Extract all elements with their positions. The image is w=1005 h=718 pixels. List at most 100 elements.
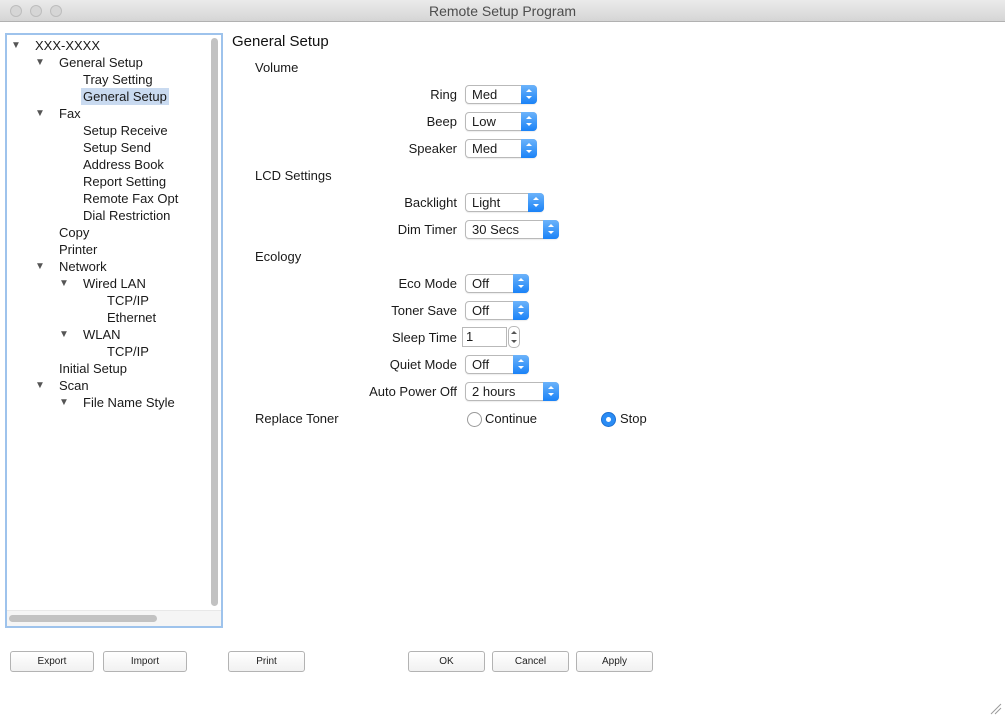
tree-item[interactable]: Setup Send: [7, 139, 207, 156]
page-title: General Setup: [232, 33, 329, 50]
export-button[interactable]: Export: [10, 651, 94, 672]
tree-item[interactable]: Remote Fax Opt: [7, 190, 207, 207]
sleep-time-stepper[interactable]: [508, 326, 520, 348]
tree-item-label: General Setup: [59, 55, 143, 70]
tree-item[interactable]: TCP/IP: [7, 292, 207, 309]
speaker-select[interactable]: Med: [465, 139, 537, 158]
disclosure-triangle-icon[interactable]: ▼: [11, 37, 21, 54]
beep-select[interactable]: Low: [465, 112, 537, 131]
tree-item[interactable]: Initial Setup: [7, 360, 207, 377]
tree-item[interactable]: ▼ Scan: [7, 377, 207, 394]
chevron-updown-icon: [543, 220, 559, 239]
sleep-time-input[interactable]: 1: [462, 327, 507, 347]
chevron-updown-icon: [513, 355, 529, 374]
tree-item[interactable]: Tray Setting: [7, 71, 207, 88]
tree-item[interactable]: ▼ Wired LAN: [7, 275, 207, 292]
replace-toner-continue-label[interactable]: Continue: [485, 411, 537, 426]
import-button[interactable]: Import: [103, 651, 187, 672]
tree-item-label: Printer: [59, 242, 98, 257]
beep-value: Low: [472, 114, 496, 129]
title-bar: Remote Setup Program: [0, 0, 1005, 22]
tree-item-label: TCP/IP: [107, 293, 149, 308]
eco-mode-select[interactable]: Off: [465, 274, 529, 293]
tree-item[interactable]: Printer: [7, 241, 207, 258]
disclosure-triangle-icon[interactable]: ▼: [35, 258, 45, 275]
auto-power-off-value: 2 hours: [472, 384, 516, 399]
auto-power-off-select[interactable]: 2 hours: [465, 382, 559, 401]
ecology-group-label: Ecology: [255, 249, 302, 264]
quiet-mode-select[interactable]: Off: [465, 355, 529, 374]
tree-item[interactable]: ▼ Network: [7, 258, 207, 275]
eco-mode-label: Eco Mode: [398, 276, 457, 291]
replace-toner-stop-label[interactable]: Stop: [620, 411, 647, 426]
backlight-select[interactable]: Light: [465, 193, 544, 212]
tree-item-label: Setup Receive: [83, 123, 168, 138]
chevron-updown-icon: [521, 85, 537, 104]
tree-item-label: Report Setting: [83, 174, 167, 189]
cancel-button[interactable]: Cancel: [492, 651, 569, 672]
tree-vertical-scrollbar[interactable]: [211, 38, 218, 606]
tree-item[interactable]: Report Setting: [7, 173, 207, 190]
tree-item-label: Dial Restriction: [83, 208, 171, 223]
tree-item-label: WLAN: [83, 327, 121, 342]
volume-group-label: Volume: [255, 60, 299, 75]
ok-button[interactable]: OK: [408, 651, 485, 672]
toner-save-label: Toner Save: [391, 303, 457, 318]
tree-item[interactable]: Dial Restriction: [7, 207, 207, 224]
tree-item[interactable]: Copy: [7, 224, 207, 241]
chevron-updown-icon: [521, 112, 537, 131]
toner-save-select[interactable]: Off: [465, 301, 529, 320]
tree-item[interactable]: TCP/IP: [7, 343, 207, 360]
tree-item[interactable]: ▼ WLAN: [7, 326, 207, 343]
chevron-updown-icon: [543, 382, 559, 401]
settings-tree[interactable]: ▼ XXX-XXXX ▼ General Setup Tray Setting Gener…: [5, 33, 223, 628]
tree-item[interactable]: ▼ XXX-XXXX: [7, 37, 207, 54]
resize-grip-icon[interactable]: [990, 703, 1002, 715]
dim-timer-select[interactable]: 30 Secs: [465, 220, 559, 239]
quiet-mode-label: Quiet Mode: [389, 357, 457, 372]
tree-item-label: File Name Style: [83, 395, 175, 410]
tree-item-label: Remote Fax Opt: [83, 191, 179, 206]
dim-timer-value: 30 Secs: [472, 222, 519, 237]
print-button[interactable]: Print: [228, 651, 305, 672]
tree-item[interactable]: ▼ File Name Style: [7, 394, 207, 411]
tree-item-label: Initial Setup: [59, 361, 127, 376]
tree-item[interactable]: General Setup: [7, 88, 207, 105]
window-title: Remote Setup Program: [428, 3, 577, 19]
tree-item[interactable]: Ethernet: [7, 309, 207, 326]
ring-select[interactable]: Med: [465, 85, 537, 104]
eco-mode-value: Off: [472, 276, 490, 291]
tree-item[interactable]: ▼ General Setup: [7, 54, 207, 71]
replace-toner-stop-radio[interactable]: [601, 412, 616, 427]
tree-item-label: Fax: [59, 106, 81, 121]
tree-item-label: General Setup: [81, 88, 169, 105]
tree-item-label: Ethernet: [107, 310, 157, 325]
quiet-mode-value: Off: [472, 357, 490, 372]
tree-item-label: Tray Setting: [83, 72, 153, 87]
chevron-updown-icon: [513, 274, 529, 293]
tree-horizontal-scrollbar[interactable]: [9, 615, 157, 622]
tree-item[interactable]: Setup Receive: [7, 122, 207, 139]
tree-item-label: Scan: [59, 378, 89, 393]
disclosure-triangle-icon[interactable]: ▼: [59, 394, 69, 411]
apply-button[interactable]: Apply: [576, 651, 653, 672]
disclosure-triangle-icon[interactable]: ▼: [59, 326, 69, 343]
disclosure-triangle-icon[interactable]: ▼: [59, 275, 69, 292]
tree-item-label: Setup Send: [83, 140, 151, 155]
disclosure-triangle-icon[interactable]: ▼: [35, 377, 45, 394]
window-content: ▼ XXX-XXXX ▼ General Setup Tray Setting Gener…: [0, 22, 1005, 718]
auto-power-off-label: Auto Power Off: [369, 384, 457, 399]
replace-toner-continue-radio[interactable]: [467, 412, 482, 427]
tree-item-label: XXX-XXXX: [35, 38, 101, 53]
tree-item[interactable]: Address Book: [7, 156, 207, 173]
tree-item-label: Copy: [59, 225, 90, 240]
ring-label: Ring: [430, 87, 457, 102]
disclosure-triangle-icon[interactable]: ▼: [35, 105, 45, 122]
disclosure-triangle-icon[interactable]: ▼: [35, 54, 45, 71]
beep-label: Beep: [426, 114, 457, 129]
tree-item-label: Network: [59, 259, 107, 274]
ring-value: Med: [472, 87, 498, 102]
backlight-value: Light: [472, 195, 501, 210]
tree-item[interactable]: ▼ Fax: [7, 105, 207, 122]
dim-timer-label: Dim Timer: [397, 222, 457, 237]
